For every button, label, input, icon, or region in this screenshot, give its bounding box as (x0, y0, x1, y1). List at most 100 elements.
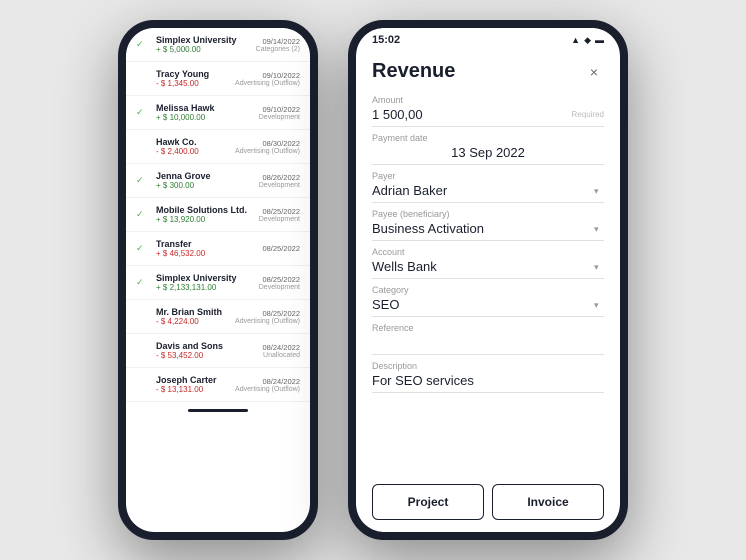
transaction-date: 08/25/2022 (262, 244, 300, 253)
transaction-right: 09/10/2022Advertising (Outflow) (235, 71, 300, 87)
transaction-right: 08/24/2022Advertising (Outflow) (235, 377, 300, 393)
description-label: Description (372, 361, 604, 371)
battery-icon: ▬ (595, 35, 604, 45)
transaction-name: Hawk Co. (156, 137, 229, 147)
bottom-bar (126, 402, 310, 418)
amount-value: 1 500,00 Required (372, 107, 604, 127)
payee-value: Business Activation ▾ (372, 221, 604, 241)
transaction-right: 08/25/2022Development (259, 275, 300, 291)
transaction-info: Mr. Brian Smith- $ 4,224.00 (156, 307, 229, 326)
transaction-amount: + $ 300.00 (156, 181, 253, 190)
transaction-list: ✓Simplex University+ $ 5,000.0009/14/202… (126, 28, 310, 402)
transaction-check: ✓ (136, 39, 150, 50)
transaction-info: Simplex University+ $ 5,000.00 (156, 35, 250, 54)
amount-label: Amount (372, 95, 604, 105)
home-indicator (188, 409, 248, 412)
transaction-item[interactable]: Hawk Co.- $ 2,400.00 08/30/2022Advertisin… (126, 130, 310, 164)
transaction-item[interactable]: Joseph Carter- $ 13,131.00 08/24/2022Adve… (126, 368, 310, 402)
transaction-info: Hawk Co.- $ 2,400.00 (156, 137, 229, 156)
transaction-item[interactable]: ✓ Simplex University+ $ 5,000.00 09/14/202… (126, 28, 310, 62)
transaction-item[interactable]: ✓Melissa Hawk+ $ 10,000.0009/10/2022Deve… (126, 96, 310, 130)
transaction-item[interactable]: ✓ Jenna Grove+ $ 300.00 08/26/2022Developm… (126, 164, 310, 198)
close-button[interactable]: × (584, 62, 604, 82)
form-title: Revenue (372, 60, 455, 83)
category-chevron: ▾ (594, 300, 604, 310)
transaction-name: Simplex University (156, 273, 253, 283)
transaction-right: 08/25/2022 (262, 244, 300, 253)
transaction-amount: + $ 5,000.00 (156, 45, 250, 54)
account-value: Wells Bank ▾ (372, 259, 604, 279)
transaction-name: Mobile Solutions Ltd. (156, 205, 253, 215)
payment-date-field[interactable]: Payment date 13 Sep 2022 (372, 133, 604, 165)
transaction-item[interactable]: ✓ Mobile Solutions Ltd.+ $ 13,920.00 08/25… (126, 198, 310, 232)
description-field[interactable]: Description For SEO services (372, 361, 604, 393)
transaction-amount: + $ 2,133,131.00 (156, 283, 253, 292)
scene: ✓Simplex University+ $ 5,000.0009/14/202… (98, 0, 648, 560)
account-label: Account (372, 247, 604, 257)
account-field[interactable]: Account Wells Bank ▾ (372, 247, 604, 279)
transaction-amount: - $ 53,452.00 (156, 351, 256, 360)
transaction-category: Unallocated (262, 352, 300, 359)
transaction-right: 09/10/2022Development (259, 105, 300, 121)
payer-field[interactable]: Payer Adrian Baker ▾ (372, 171, 604, 203)
transaction-right: 08/30/2022Advertising (Outflow) (235, 139, 300, 155)
left-phone: ✓Simplex University+ $ 5,000.0009/14/202… (118, 20, 318, 540)
transaction-category: Advertising (Outflow) (235, 80, 300, 87)
payee-label: Payee (beneficiary) (372, 209, 604, 219)
category-label: Category (372, 285, 604, 295)
transaction-date: 08/25/2022 (259, 207, 300, 216)
transaction-info: Melissa Hawk+ $ 10,000.00 (156, 103, 253, 122)
payer-value: Adrian Baker ▾ (372, 183, 604, 203)
right-phone: 15:02 ▲ ◆ ▬ Revenue × Amount 1 500,00 Re… (348, 20, 628, 540)
payee-chevron: ▾ (594, 224, 604, 234)
transaction-item[interactable]: Mr. Brian Smith- $ 4,224.0008/25/2022Adv… (126, 300, 310, 334)
transaction-category: Development (259, 284, 300, 291)
transaction-category: Advertising (Outflow) (235, 386, 300, 393)
transaction-info: Tracy Young- $ 1,345.00 (156, 69, 229, 88)
payee-field[interactable]: Payee (beneficiary) Business Activation … (372, 209, 604, 241)
transaction-date: 08/25/2022 (235, 309, 300, 318)
transaction-item[interactable]: ✓Transfer+ $ 46,532.0008/25/2022 (126, 232, 310, 266)
transaction-name: Jenna Grove (156, 171, 253, 181)
transaction-name: Davis and Sons (156, 341, 256, 351)
signal-icon: ▲ (571, 35, 580, 45)
transaction-name: Mr. Brian Smith (156, 307, 229, 317)
transaction-info: Transfer+ $ 46,532.00 (156, 239, 256, 258)
invoice-button[interactable]: Invoice (492, 484, 604, 520)
form-footer: Project Invoice (356, 476, 620, 532)
transaction-date: 09/10/2022 (259, 105, 300, 114)
category-field[interactable]: Category SEO ▾ (372, 285, 604, 317)
transaction-right: 09/14/2022Categories (2) (256, 37, 300, 53)
transaction-amount: - $ 2,400.00 (156, 147, 229, 156)
transaction-check: ✓ (136, 175, 150, 186)
transaction-item[interactable]: Tracy Young- $ 1,345.00 09/10/2022Adverti… (126, 62, 310, 96)
transaction-amount: + $ 46,532.00 (156, 249, 256, 258)
status-bar: 15:02 ▲ ◆ ▬ (356, 28, 620, 48)
transaction-category: Development (259, 216, 300, 223)
transaction-name: Joseph Carter (156, 375, 229, 385)
transaction-date: 09/14/2022 (256, 37, 300, 46)
payment-date-label: Payment date (372, 133, 604, 143)
transaction-check: ✓ (136, 209, 150, 220)
transaction-date: 08/26/2022 (259, 173, 300, 182)
reference-field[interactable]: Reference (372, 323, 604, 355)
transaction-item[interactable]: ✓Simplex University+ $ 2,133,131.0008/25… (126, 266, 310, 300)
transaction-right: 08/24/2022Unallocated (262, 343, 300, 359)
required-badge: Required (572, 110, 604, 119)
account-chevron: ▾ (594, 262, 604, 272)
transaction-category: Advertising (Outflow) (235, 148, 300, 155)
project-button[interactable]: Project (372, 484, 484, 520)
transaction-item[interactable]: Davis and Sons- $ 53,452.00 08/24/2022Una… (126, 334, 310, 368)
transaction-right: 08/26/2022Development (259, 173, 300, 189)
amount-field[interactable]: Amount 1 500,00 Required (372, 95, 604, 127)
transaction-name: Transfer (156, 239, 256, 249)
form-header: Revenue × (372, 60, 604, 83)
reference-label: Reference (372, 323, 604, 333)
transaction-amount: - $ 13,131.00 (156, 385, 229, 394)
transaction-info: Davis and Sons- $ 53,452.00 (156, 341, 256, 360)
transaction-category: Development (259, 114, 300, 121)
revenue-form: Revenue × Amount 1 500,00 Required Payme… (356, 48, 620, 476)
transaction-date: 08/25/2022 (259, 275, 300, 284)
transaction-info: Mobile Solutions Ltd.+ $ 13,920.00 (156, 205, 253, 224)
transaction-category: Categories (2) (256, 46, 300, 53)
